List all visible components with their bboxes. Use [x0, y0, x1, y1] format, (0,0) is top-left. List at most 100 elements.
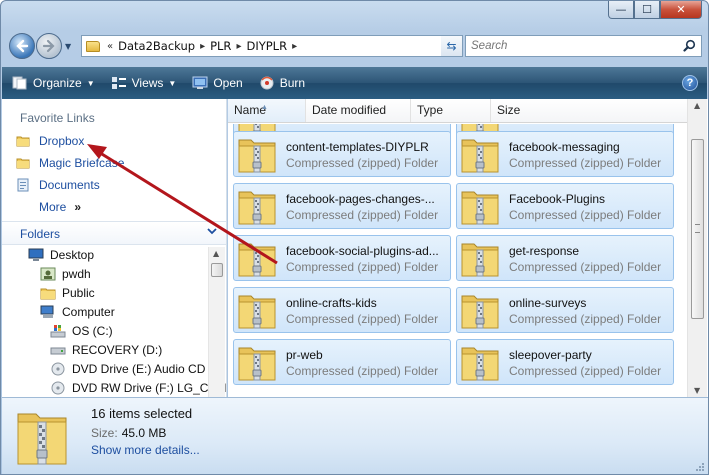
file-name: Facebook-Plugins — [509, 192, 606, 206]
search-box[interactable] — [465, 35, 702, 57]
search-icon[interactable] — [683, 39, 696, 52]
folders-heading: Folders — [20, 227, 61, 241]
favorite-link-label: Documents — [39, 178, 100, 192]
scrollbar-thumb[interactable] — [691, 139, 704, 319]
file-list-scrollbar[interactable]: ▲ ▼ — [687, 99, 707, 397]
address-overflow[interactable]: « — [107, 41, 113, 52]
column-type[interactable]: Type — [411, 99, 491, 122]
breadcrumb-separator[interactable]: ▸ — [200, 41, 205, 52]
scroll-up-icon[interactable]: ▲ — [213, 249, 219, 258]
file-tile[interactable]: online-surveys Compressed (zipped) Folder — [456, 287, 674, 333]
tree-item-os-drive[interactable]: OS (C:) — [50, 321, 113, 340]
caption-buttons: — ☐ ✕ — [608, 1, 702, 21]
close-button[interactable]: ✕ — [660, 1, 702, 19]
chevron-down-icon: ▼ — [168, 78, 177, 88]
column-size[interactable]: Size — [491, 99, 687, 122]
file-tile[interactable]: content-templates-DIYPLR Compressed (zipp… — [233, 131, 451, 177]
file-name: facebook-messaging — [509, 140, 620, 154]
more-favorites-link[interactable]: More » — [39, 197, 81, 217]
file-type: Compressed (zipped) Folder — [286, 312, 439, 326]
forward-button[interactable] — [36, 33, 62, 59]
breadcrumb-separator[interactable]: ▸ — [292, 41, 297, 52]
file-tile[interactable]: facebook-messaging Compressed (zipped) Fo… — [456, 131, 674, 177]
file-type: Compressed (zipped) Folder — [509, 260, 662, 274]
sort-ascending-icon: ▲ — [261, 104, 268, 111]
search-input[interactable] — [471, 40, 671, 52]
scrollbar-thumb[interactable] — [211, 263, 223, 277]
breadcrumb-separator[interactable]: ▸ — [236, 41, 241, 52]
file-tile[interactable]: sleepover-party Compressed (zipped) Folde… — [456, 339, 674, 385]
file-tile[interactable]: online-crafts-kids Compressed (zipped) Fo… — [233, 287, 451, 333]
tree-item-desktop[interactable]: Desktop — [28, 245, 94, 264]
help-icon[interactable]: ? — [682, 75, 698, 91]
file-name: online-crafts-kids — [286, 296, 377, 310]
folder-icon — [16, 136, 30, 147]
dvd-icon — [51, 381, 65, 394]
scroll-up-icon[interactable]: ▲ — [694, 101, 700, 110]
open-button[interactable]: Open — [192, 76, 243, 90]
folders-header[interactable]: Folders — [2, 221, 226, 245]
tree-item-dvd-rw-drive[interactable]: DVD RW Drive (F:) LG_CON — [50, 378, 226, 397]
back-button[interactable] — [9, 33, 35, 59]
burn-button[interactable]: Burn — [259, 76, 305, 90]
tree-item-label: OS (C:) — [72, 323, 113, 338]
tree-item-label: Public — [62, 285, 95, 300]
zip-folder-icon — [460, 292, 500, 330]
windows-drive-icon — [50, 324, 66, 337]
file-tile[interactable]: pr-web Compressed (zipped) Folder — [233, 339, 451, 385]
open-label: Open — [213, 76, 243, 90]
favorite-link-documents[interactable]: Documents — [16, 175, 100, 195]
organize-menu[interactable]: Organize ▼ — [12, 76, 95, 90]
folder-icon — [16, 158, 30, 169]
minimize-button[interactable]: — — [608, 1, 634, 19]
drive-icon — [50, 347, 66, 354]
tree-item-label: DVD RW Drive (F:) LG_CON — [72, 380, 227, 395]
double-chevron-icon: » — [74, 200, 82, 214]
maximize-button[interactable]: ☐ — [634, 1, 660, 19]
address-bar[interactable]: « Data2Backup ▸ PLR ▸ DIYPLR ▸ — [81, 35, 463, 57]
open-icon — [192, 76, 208, 89]
column-date-modified[interactable]: Date modified — [306, 99, 411, 122]
folders-scrollbar[interactable]: ▲ — [208, 247, 225, 397]
tree-item-pwdh[interactable]: pwdh — [40, 264, 91, 283]
zip-folder-icon — [460, 188, 500, 226]
forward-arrow-icon — [42, 39, 55, 53]
documents-icon — [17, 178, 29, 192]
file-type: Compressed (zipped) Folder — [286, 260, 439, 274]
tree-item-dvd-drive[interactable]: DVD Drive (E:) Audio CD — [50, 359, 205, 378]
file-tile[interactable]: facebook-pages-changes-... Compressed (zi… — [233, 183, 451, 229]
views-icon — [111, 77, 126, 89]
column-name[interactable]: Name ▲ — [228, 99, 306, 122]
file-name: facebook-pages-changes-... — [286, 192, 435, 206]
tile-area: content-templates-DIYPLR Compressed (zipp… — [228, 124, 687, 397]
recent-pages-dropdown-icon[interactable]: ▼ — [65, 42, 71, 51]
scroll-down-icon[interactable]: ▼ — [694, 386, 700, 395]
column-date-label: Date modified — [312, 103, 387, 117]
tree-item-computer[interactable]: Computer — [40, 302, 115, 321]
tree-item-label: pwdh — [62, 266, 91, 281]
show-more-details-link[interactable]: Show more details... — [91, 443, 200, 457]
breadcrumb-plr[interactable]: PLR — [210, 39, 231, 53]
file-tile[interactable]: get-response Compressed (zipped) Folder — [456, 235, 674, 281]
file-tile[interactable]: Facebook-Plugins Compressed (zipped) Fold… — [456, 183, 674, 229]
resize-grip-icon[interactable] — [695, 462, 705, 472]
tree-item-recovery-drive[interactable]: RECOVERY (D:) — [50, 340, 162, 359]
computer-icon — [40, 305, 54, 318]
zip-folder-icon — [237, 292, 277, 330]
favorite-link-magic-briefcase[interactable]: Magic Briefcase — [16, 153, 124, 173]
breadcrumb-data2backup[interactable]: Data2Backup — [118, 39, 195, 53]
zip-folder-icon — [237, 136, 277, 174]
breadcrumb-diyplr[interactable]: DIYPLR — [246, 39, 287, 53]
views-menu[interactable]: Views ▼ — [111, 76, 177, 90]
explorer-window: — ☐ ✕ ▼ « Data2Backup ▸ PLR ▸ DIYPLR ▸ ⇆ — [0, 0, 709, 475]
file-tile[interactable]: facebook-social-plugins-ad... Compressed … — [233, 235, 451, 281]
file-type: Compressed (zipped) Folder — [509, 364, 662, 378]
selection-size: Size: 45.0 MB — [91, 426, 166, 440]
tree-item-label: Computer — [62, 304, 115, 319]
refresh-button[interactable]: ⇆ — [441, 35, 463, 57]
file-type: Compressed (zipped) Folder — [509, 156, 662, 170]
file-name: online-surveys — [509, 296, 587, 310]
tree-item-public[interactable]: Public — [40, 283, 95, 302]
details-pane: 16 items selected Size: 45.0 MB Show more… — [2, 397, 708, 474]
favorite-link-dropbox[interactable]: Dropbox — [16, 131, 84, 151]
